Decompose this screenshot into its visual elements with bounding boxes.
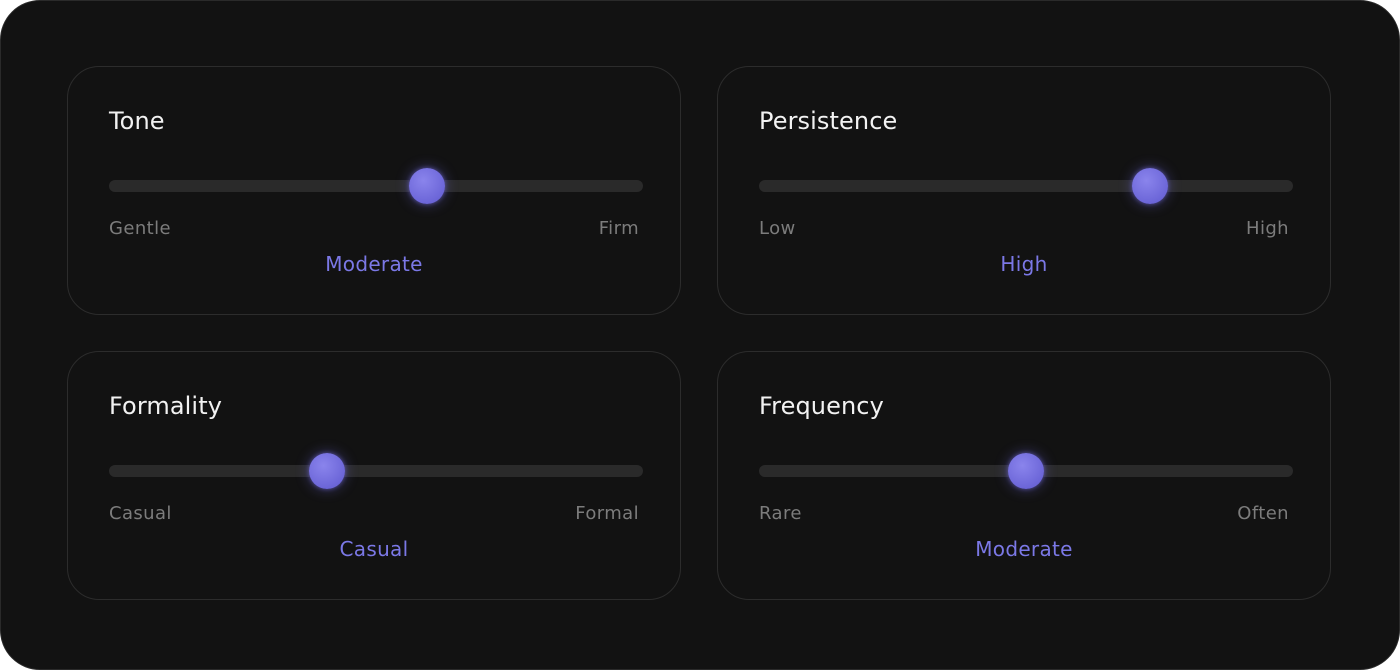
tone-slider-track[interactable]	[109, 168, 643, 204]
persistence-title: Persistence	[759, 107, 898, 135]
frequency-max-label: Often	[1237, 503, 1289, 524]
frequency-value-label: Moderate	[975, 537, 1073, 561]
tone-title: Tone	[109, 107, 165, 135]
persistence-max-label: High	[1246, 218, 1289, 239]
formality-card: Formality Casual Formal Casual	[67, 351, 681, 600]
formality-value-label: Casual	[339, 537, 409, 561]
formality-slider-track[interactable]	[109, 453, 643, 489]
settings-panel: Tone Gentle Firm Moderate Persistence Lo…	[0, 0, 1400, 670]
tone-slider-thumb[interactable]	[408, 168, 445, 204]
formality-max-label: Formal	[575, 503, 639, 524]
frequency-slider-thumb[interactable]	[1008, 453, 1044, 489]
tone-card: Tone Gentle Firm Moderate	[67, 66, 681, 315]
persistence-card: Persistence Low High High	[717, 66, 1331, 315]
frequency-slider-track[interactable]	[759, 453, 1293, 489]
frequency-card: Frequency Rare Often Moderate	[717, 351, 1331, 600]
tone-max-label: Firm	[598, 218, 639, 239]
tone-value-label: Moderate	[325, 252, 423, 276]
formality-title: Formality	[109, 392, 223, 420]
persistence-min-label: Low	[759, 218, 796, 239]
tone-min-label: Gentle	[109, 218, 171, 239]
persistence-slider-thumb[interactable]	[1132, 168, 1169, 204]
formality-min-label: Casual	[109, 503, 172, 524]
frequency-min-label: Rare	[759, 503, 802, 524]
formality-slider-thumb[interactable]	[308, 453, 345, 489]
persistence-slider-track[interactable]	[759, 168, 1293, 204]
frequency-title: Frequency	[759, 392, 884, 420]
persistence-value-label: High	[1000, 252, 1048, 276]
